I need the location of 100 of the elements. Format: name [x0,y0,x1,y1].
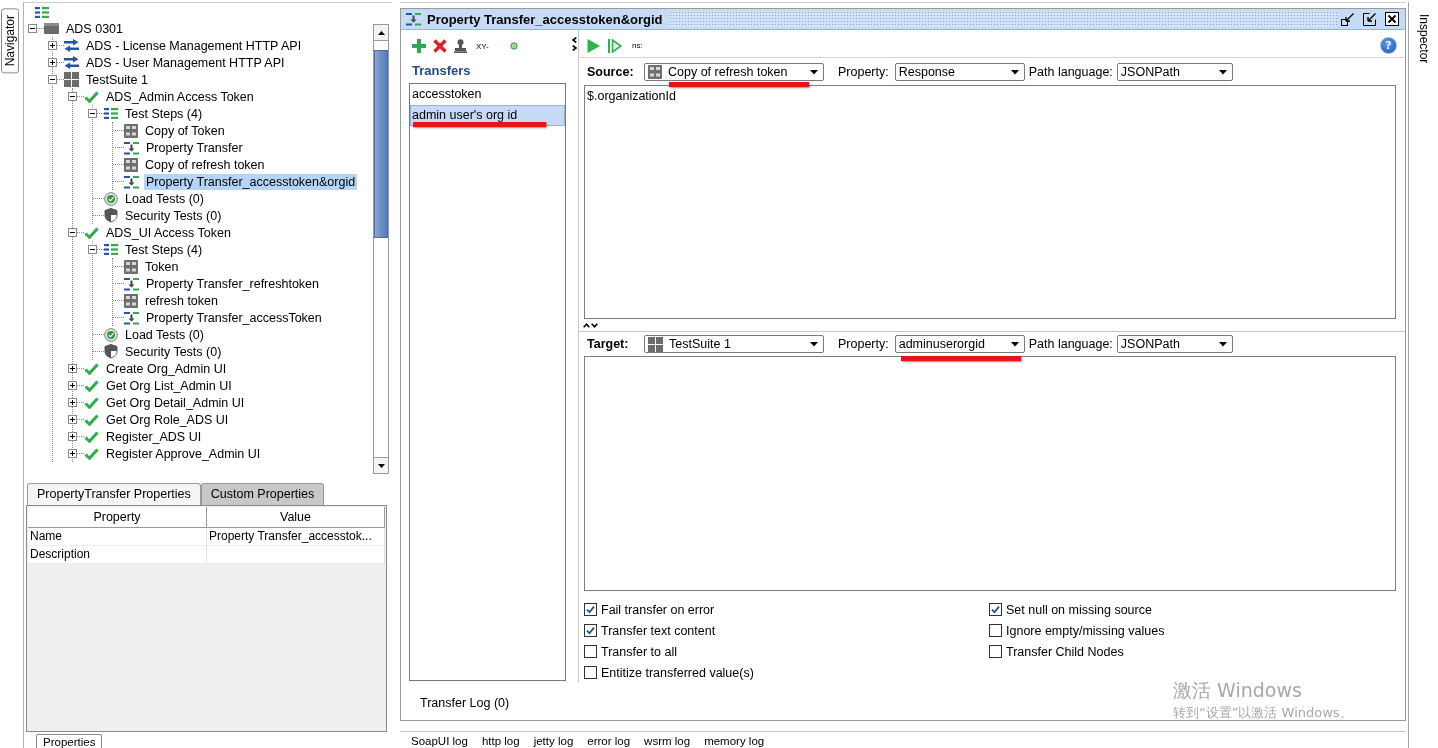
minus-box-icon[interactable] [88,109,97,118]
tree-item[interactable]: Token [143,258,181,275]
caret-down-icon[interactable] [1010,341,1019,347]
minus-box-icon[interactable] [48,75,57,84]
checkbox[interactable] [584,603,597,616]
tree-item[interactable]: Get Org List_Admin UI [104,377,234,394]
stamp-icon[interactable] [454,39,467,53]
tree-item[interactable]: Copy of Token [143,122,227,139]
tree-item[interactable]: Create Org_Admin UI [104,360,229,377]
bar-play-icon[interactable] [608,38,622,53]
tree-item[interactable]: Copy of refresh token [143,156,267,173]
ns-button[interactable]: ns: [632,41,643,50]
tree-item[interactable]: Property Transfer [144,139,245,156]
chevron-left-icon[interactable] [571,37,577,43]
checkbox-label[interactable]: Set null on missing source [1006,602,1152,617]
caret-down-icon[interactable] [810,341,818,347]
source-expression-field[interactable]: $.organizationId [584,85,1396,319]
tree-item[interactable]: Test Steps (4) [123,105,205,122]
plus-box-icon[interactable] [68,432,77,441]
tree-item[interactable]: TestSuite 1 [84,71,150,88]
tree-item[interactable]: Property Transfer_refreshtoken [144,275,321,292]
caret-down-icon[interactable] [810,69,818,75]
log-tab[interactable]: wsrm log [644,734,691,748]
cross-icon[interactable] [433,39,447,53]
tree-item[interactable]: Get Org Role_ADS UI [104,411,231,428]
properties-panel-tab[interactable]: Properties [36,734,103,748]
list-icon[interactable] [35,6,49,18]
tree-item[interactable]: Get Org Detail_Admin UI [104,394,247,411]
plus-box-icon[interactable] [68,381,77,390]
minus-box-icon[interactable] [68,92,77,101]
plus-box-icon[interactable] [68,415,77,424]
caret-down-icon[interactable] [1218,341,1227,347]
plus-box-icon[interactable] [68,364,77,373]
log-tab[interactable]: memory log [704,734,765,748]
checkbox[interactable] [989,624,1002,637]
checkbox[interactable] [584,645,597,658]
minus-box-icon[interactable] [28,24,37,33]
tree-item[interactable]: ADS_UI Access Token [104,224,233,241]
checkbox-label[interactable]: Entitize transferred value(s) [601,665,754,680]
chevron-up-icon[interactable] [583,322,590,328]
plus-icon[interactable] [412,39,426,53]
checkbox[interactable] [989,645,1002,658]
dropdown[interactable]: JSONPath [1116,63,1233,81]
plus-box-icon[interactable] [48,41,57,50]
close-icon[interactable] [1385,12,1399,26]
dropdown[interactable]: Response [894,63,1025,81]
checkbox-label[interactable]: Ignore empty/missing values [1006,623,1165,638]
tree-item[interactable]: Test Steps (4) [123,241,205,258]
tree-item[interactable]: ADS - License Management HTTP API [84,37,304,54]
scrollbar-thumb[interactable] [374,50,388,238]
tree-item[interactable]: ADS_Admin Access Token [104,88,256,105]
column-header[interactable]: Property [28,507,207,528]
tree-item[interactable]: refresh token [143,292,220,309]
checkbox-label[interactable]: Fail transfer on error [601,602,715,617]
tree-item[interactable]: Property Transfer_accesstoken&orgid [144,173,358,190]
plus-box-icon[interactable] [48,58,57,67]
chevron-down-icon[interactable] [591,322,598,328]
chevron-right-icon[interactable] [571,45,577,51]
scroll-down-button[interactable] [374,457,388,473]
checkbox-label[interactable]: Transfer Child Nodes [1006,644,1124,659]
transfer-item[interactable]: admin user's org id [410,105,565,126]
checkbox[interactable] [989,603,1002,616]
minus-box-icon[interactable] [68,228,77,237]
plus-box-icon[interactable] [68,449,77,458]
tree-item[interactable]: ADS - User Management HTTP API [84,54,287,71]
play-icon[interactable] [587,38,600,53]
tree-item[interactable]: Register Approve_Admin UI [104,445,263,462]
checkbox-label[interactable]: Transfer text content [601,623,716,638]
square-arrow-icon[interactable] [1341,12,1355,26]
navigator-tab[interactable]: Navigator [1,8,19,74]
checkbox-label[interactable]: Transfer to all [601,644,677,659]
log-tab[interactable]: error log [587,734,631,748]
xy-button[interactable]: XY- [476,41,489,51]
tree-item[interactable]: Property Transfer_accessToken [144,309,324,326]
inspector-tab[interactable]: Inspector [1416,12,1431,66]
dot-icon[interactable] [509,42,518,50]
log-tab[interactable]: jetty log [533,734,574,748]
properties-tab[interactable]: PropertyTransfer Properties [27,483,201,505]
log-tab[interactable]: SoapUI log [411,734,468,748]
caret-down-icon[interactable] [1010,69,1019,75]
dropdown[interactable]: TestSuite 1 [644,335,824,353]
tree-item[interactable]: ADS 0301 [64,20,125,37]
checkbox[interactable] [584,624,597,637]
plus-box-icon[interactable] [68,398,77,407]
checkbox[interactable] [584,666,597,679]
properties-tab[interactable]: Custom Properties [200,483,325,505]
log-tab[interactable]: Transfer Log (0) [420,696,510,710]
caret-down-icon[interactable] [1218,69,1227,75]
tree-item[interactable]: Load Tests (0) [123,326,206,343]
tree-item[interactable]: Load Tests (0) [123,190,206,207]
tree-item[interactable]: Register_ADS UI [104,428,204,445]
dropdown[interactable]: JSONPath [1116,335,1233,353]
minus-box-icon[interactable] [88,245,97,254]
tree-item[interactable]: Security Tests (0) [123,343,224,360]
log-tab[interactable]: http log [481,734,520,748]
column-header[interactable]: Value [207,507,385,528]
tree-item[interactable]: Security Tests (0) [123,207,224,224]
scroll-up-button[interactable] [374,25,388,41]
transfer-item[interactable]: accesstoken [410,84,565,105]
square-arrow-icon[interactable] [1363,12,1377,26]
